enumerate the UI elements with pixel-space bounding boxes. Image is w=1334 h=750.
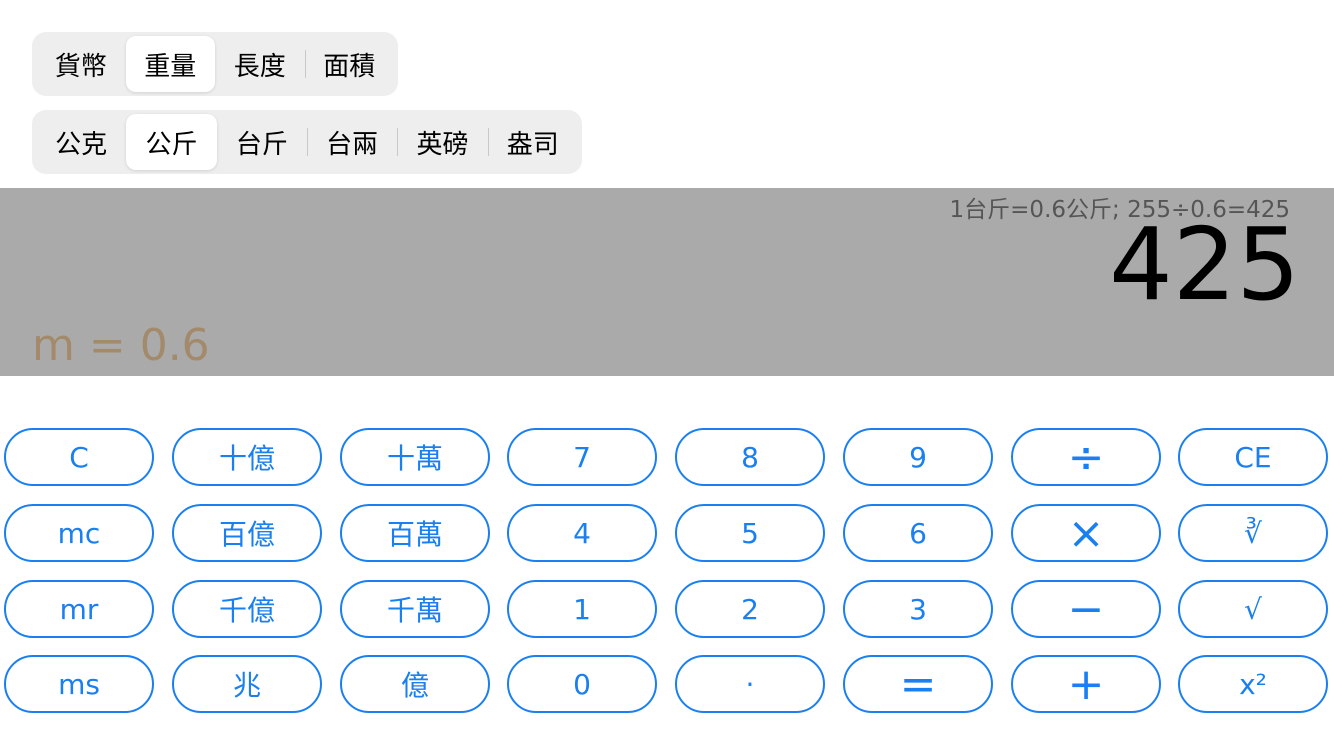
memory-store-button[interactable]: ms	[4, 655, 154, 713]
tab-gram[interactable]: 公克	[36, 114, 126, 170]
square-button[interactable]: x²	[1178, 655, 1328, 713]
equals-button[interactable]: =	[843, 655, 993, 713]
subtract-button[interactable]: −	[1011, 580, 1161, 638]
unit-segmented-control: 公克 公斤 台斤 台兩 英磅 盎司	[32, 110, 582, 174]
trillion-button[interactable]: 兆	[172, 655, 322, 713]
memory-recall-button[interactable]: mr	[4, 580, 154, 638]
tab-ounce[interactable]: 盎司	[487, 114, 578, 170]
digit-6-button[interactable]: 6	[843, 504, 993, 562]
digit-1-button[interactable]: 1	[507, 580, 657, 638]
tab-area[interactable]: 面積	[304, 36, 395, 92]
digit-8-button[interactable]: 8	[675, 428, 825, 486]
memory-value: m = 0.6	[32, 320, 210, 371]
digit-3-button[interactable]: 3	[843, 580, 993, 638]
hundred-million-button[interactable]: 億	[340, 655, 490, 713]
tab-taiwan-catty[interactable]: 台斤	[217, 114, 307, 170]
cube-root-button[interactable]: ∛	[1178, 504, 1328, 562]
multiply-button[interactable]: ×	[1011, 504, 1161, 562]
tab-weight[interactable]: 重量	[125, 36, 215, 92]
digit-9-button[interactable]: 9	[843, 428, 993, 486]
category-segmented-control: 貨幣 重量 長度 面積	[32, 32, 398, 96]
billion-button[interactable]: 十億	[172, 428, 322, 486]
divide-button[interactable]: ÷	[1011, 428, 1161, 486]
calculator-display: 1台斤=0.6公斤; 255÷0.6=425 425 m = 0.6	[0, 188, 1334, 376]
tab-length[interactable]: 長度	[215, 36, 305, 92]
clear-entry-button[interactable]: CE	[1178, 428, 1328, 486]
decimal-point-button[interactable]: ·	[675, 655, 825, 713]
clear-button[interactable]: C	[4, 428, 154, 486]
hundred-thousand-button[interactable]: 十萬	[340, 428, 490, 486]
ten-million-button[interactable]: 千萬	[340, 580, 490, 638]
ten-billion-button[interactable]: 百億	[172, 504, 322, 562]
tab-pound[interactable]: 英磅	[397, 114, 487, 170]
tab-kilogram[interactable]: 公斤	[126, 114, 217, 170]
digit-7-button[interactable]: 7	[507, 428, 657, 486]
hundred-billion-button[interactable]: 千億	[172, 580, 322, 638]
million-button[interactable]: 百萬	[340, 504, 490, 562]
digit-2-button[interactable]: 2	[675, 580, 825, 638]
memory-clear-button[interactable]: mc	[4, 504, 154, 562]
square-root-button[interactable]: √	[1178, 580, 1328, 638]
digit-5-button[interactable]: 5	[675, 504, 825, 562]
add-button[interactable]: +	[1011, 655, 1161, 713]
digit-0-button[interactable]: 0	[507, 655, 657, 713]
result-value: 425	[1109, 206, 1300, 323]
tab-currency[interactable]: 貨幣	[36, 36, 126, 92]
tab-taiwan-tael[interactable]: 台兩	[306, 114, 397, 170]
digit-4-button[interactable]: 4	[507, 504, 657, 562]
